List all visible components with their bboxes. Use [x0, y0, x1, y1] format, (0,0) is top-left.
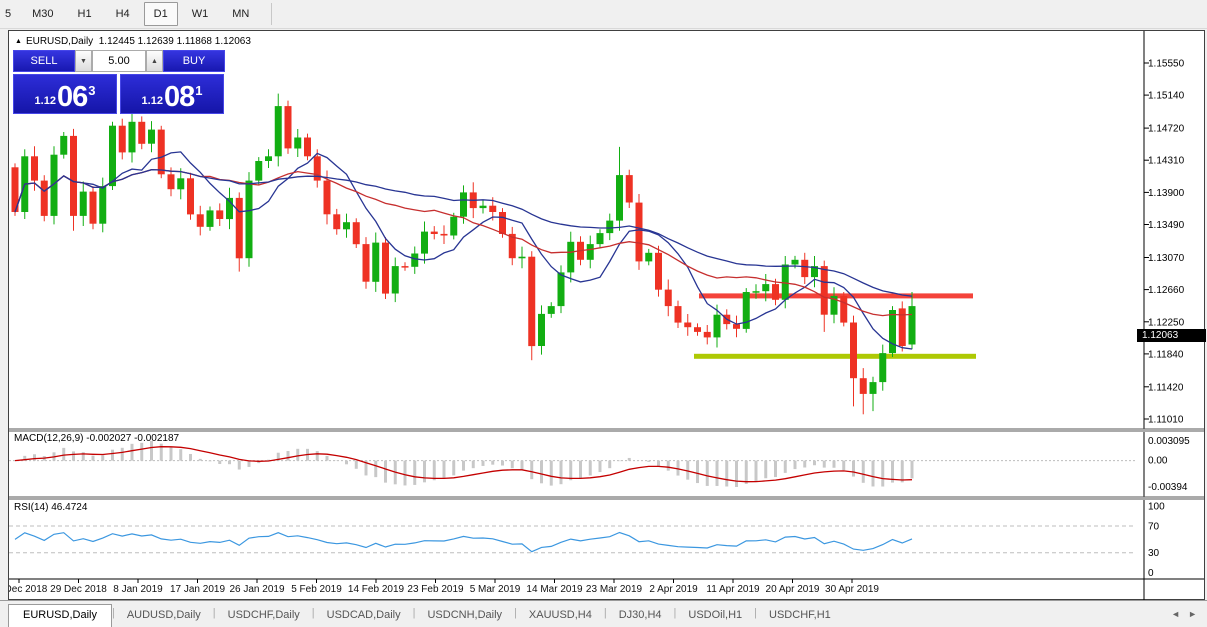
svg-text:1.11840: 1.11840: [1148, 349, 1184, 360]
svg-text:29 Dec 2018: 29 Dec 2018: [50, 584, 107, 595]
timeframe-button-m30[interactable]: M30: [22, 2, 63, 26]
svg-text:20 Dec 2018: 20 Dec 2018: [9, 584, 48, 595]
timeframe-button-h1[interactable]: H1: [68, 2, 102, 26]
svg-text:23 Feb 2019: 23 Feb 2019: [407, 584, 464, 595]
svg-text:1.12660: 1.12660: [1148, 285, 1185, 296]
toolbar-separator: [271, 3, 272, 25]
spin-down-icon: ▼: [80, 58, 87, 65]
sell-price-big: 06: [57, 84, 87, 110]
tab-usdcad-daily[interactable]: USDCAD,Daily: [315, 605, 413, 626]
svg-text:1.13490: 1.13490: [1148, 220, 1185, 231]
svg-text:5 Feb 2019: 5 Feb 2019: [291, 584, 342, 595]
svg-text:14 Feb 2019: 14 Feb 2019: [348, 584, 405, 595]
chart-header: ▲ EURUSD,Daily 1.12445 1.12639 1.11868 1.…: [15, 36, 251, 47]
price-chart-canvas[interactable]: 1.15550 1.15140 1.14720 1.14310 1.13900 1.134…: [9, 31, 1206, 601]
chart-ohlc-values: 1.12445 1.12639 1.11868 1.12063: [99, 36, 251, 47]
tab-usdchf-h1[interactable]: USDCHF,H1: [757, 605, 843, 626]
timeframe-button-mn[interactable]: MN: [222, 2, 259, 26]
rsi-label: RSI(14) 46.4724: [14, 502, 87, 513]
macd-values: -0.002027 -0.002187: [86, 433, 179, 444]
volume-increase-button[interactable]: ▲: [146, 50, 163, 72]
svg-text:23 Mar 2019: 23 Mar 2019: [586, 584, 643, 595]
sell-price-pip: 3: [88, 83, 95, 98]
buy-price-box[interactable]: 1.12 08 1: [120, 74, 224, 114]
buy-button[interactable]: BUY: [163, 50, 225, 72]
tab-dj30-h4[interactable]: DJ30,H4: [607, 605, 674, 626]
current-price-tag: 1.12063: [1137, 329, 1206, 342]
tab-usdchf-daily[interactable]: USDCHF,Daily: [216, 605, 312, 626]
svg-text:1.15550: 1.15550: [1148, 59, 1185, 70]
svg-text:0.003095: 0.003095: [1148, 436, 1190, 447]
timeframe-button-5[interactable]: 5: [2, 2, 18, 26]
volume-decrease-button[interactable]: ▼: [75, 50, 92, 72]
tab-usdoil-h1[interactable]: USDOil,H1: [676, 605, 754, 626]
svg-text:70: 70: [1148, 522, 1160, 533]
svg-text:8 Jan 2019: 8 Jan 2019: [113, 584, 163, 595]
tab-scroll-left-icon[interactable]: ◄: [1171, 609, 1180, 619]
svg-text:0: 0: [1148, 568, 1154, 579]
sell-price-prefix: 1.12: [35, 95, 56, 107]
buy-price-big: 08: [164, 84, 194, 110]
svg-text:26 Jan 2019: 26 Jan 2019: [229, 584, 284, 595]
chart-symbol-title: EURUSD,Daily: [26, 36, 93, 47]
svg-text:1.13900: 1.13900: [1148, 188, 1185, 199]
svg-text:1.13070: 1.13070: [1148, 253, 1185, 264]
buy-price-prefix: 1.12: [142, 95, 163, 107]
tab-scroll-right-icon[interactable]: ►: [1188, 609, 1197, 619]
buy-price-pip: 1: [195, 83, 202, 98]
tab-xauusd-h4[interactable]: XAUUSD,H4: [517, 605, 604, 626]
timeframe-button-h4[interactable]: H4: [106, 2, 140, 26]
tab-eurusd-daily[interactable]: EURUSD,Daily: [8, 604, 112, 627]
spin-up-icon: ▲: [151, 58, 158, 65]
svg-text:1.11420: 1.11420: [1148, 382, 1184, 393]
svg-text:100: 100: [1148, 502, 1165, 513]
volume-input[interactable]: [92, 50, 146, 72]
svg-text:1.12250: 1.12250: [1148, 317, 1185, 328]
timeframe-button-d1[interactable]: D1: [144, 2, 178, 26]
svg-text:2 Apr 2019: 2 Apr 2019: [649, 584, 698, 595]
sell-price-box[interactable]: 1.12 06 3: [13, 74, 117, 114]
rsi-value: 46.4724: [51, 502, 87, 513]
sell-button[interactable]: SELL: [13, 50, 75, 72]
timeframe-toolbar: 5M30H1H4D1W1MN: [0, 0, 1207, 29]
svg-text:14 Mar 2019: 14 Mar 2019: [526, 584, 583, 595]
svg-text:30: 30: [1148, 548, 1160, 559]
svg-text:17 Jan 2019: 17 Jan 2019: [170, 584, 225, 595]
one-click-trade-panel: SELL ▼ ▲ BUY 1.12 06 3 1.12 08 1: [13, 50, 227, 114]
macd-label: MACD(12,26,9) -0.002027 -0.002187: [14, 433, 179, 444]
svg-text:1.15140: 1.15140: [1148, 91, 1185, 102]
svg-text:-0.00394: -0.00394: [1148, 482, 1188, 493]
tab-audusd-daily[interactable]: AUDUSD,Daily: [115, 605, 213, 626]
collapse-icon[interactable]: ▲: [15, 38, 22, 45]
svg-text:1.14310: 1.14310: [1148, 156, 1185, 167]
svg-text:0.00: 0.00: [1148, 456, 1168, 467]
svg-text:5 Mar 2019: 5 Mar 2019: [470, 584, 521, 595]
svg-text:1.14720: 1.14720: [1148, 124, 1185, 135]
symbol-tab-bar: EURUSD,Daily|AUDUSD,Daily|USDCHF,Daily|U…: [0, 600, 1207, 626]
tab-usdcnh-daily[interactable]: USDCNH,Daily: [415, 605, 514, 626]
svg-text:1.11010: 1.11010: [1148, 415, 1184, 426]
chart-window: 1.15550 1.15140 1.14720 1.14310 1.13900 1.134…: [8, 30, 1205, 600]
svg-text:30 Apr 2019: 30 Apr 2019: [825, 584, 879, 595]
svg-text:20 Apr 2019: 20 Apr 2019: [766, 584, 820, 595]
svg-text:11 Apr 2019: 11 Apr 2019: [706, 584, 760, 595]
timeframe-button-w1[interactable]: W1: [182, 2, 219, 26]
